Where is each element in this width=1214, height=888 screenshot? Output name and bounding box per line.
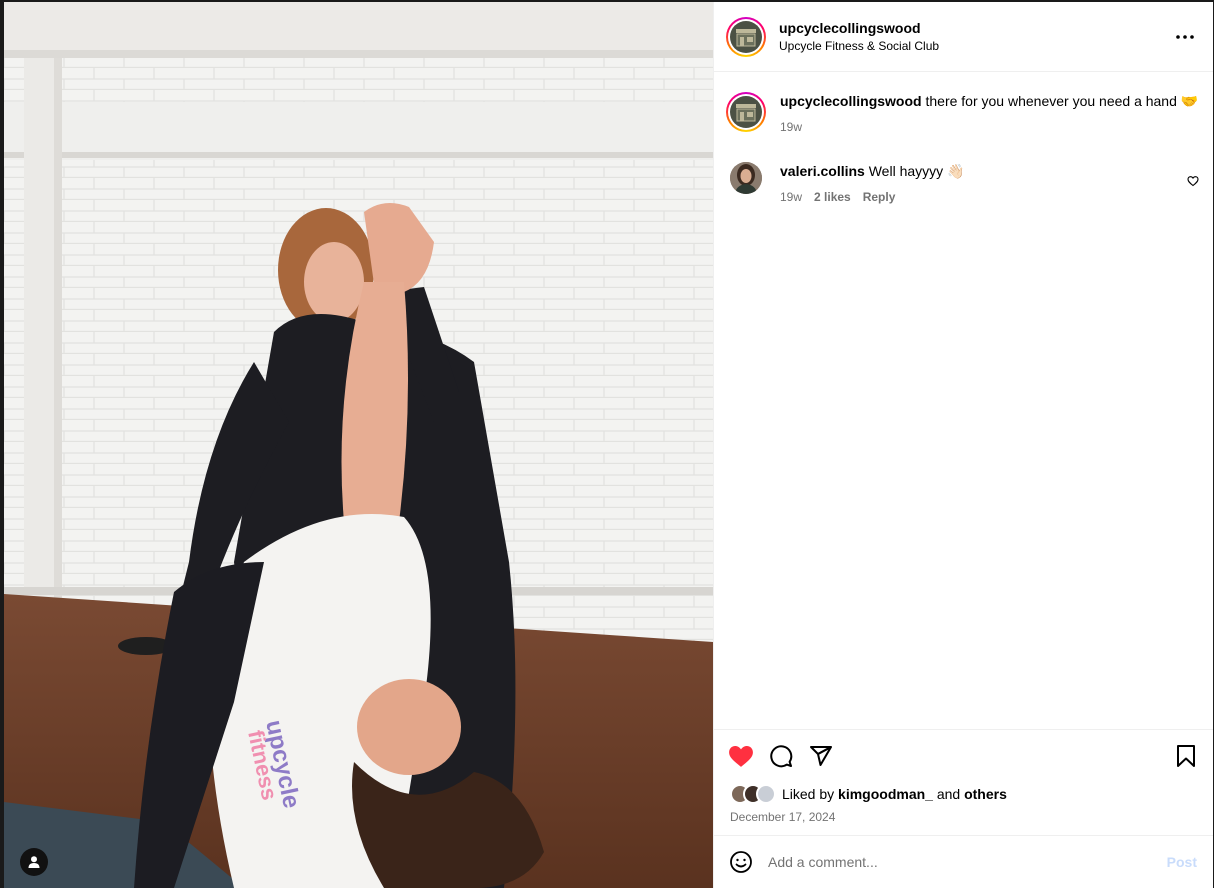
more-horizontal-icon [1176, 34, 1194, 39]
share-button[interactable] [808, 743, 834, 769]
like-button[interactable] [728, 743, 754, 769]
profile-photo [730, 162, 762, 194]
liked-by-prefix: Liked by [782, 786, 835, 802]
paper-plane-icon [810, 746, 832, 766]
caption: upcyclecollingswood there for you whenev… [726, 92, 1201, 136]
comments-list: upcyclecollingswood there for you whenev… [714, 72, 1213, 206]
comment-item: valeri.collins Well hayyyy 👋🏻 19w 2 like… [726, 162, 1201, 206]
comment-text: Well hayyyy 👋🏻 [868, 163, 965, 179]
post-date[interactable]: December 17, 2024 [714, 804, 1213, 824]
tagged-users-button[interactable] [20, 848, 48, 876]
comment-bubble-icon [770, 745, 793, 768]
person-icon [28, 856, 40, 868]
caption-avatar[interactable] [726, 92, 766, 132]
smiley-icon [730, 851, 752, 873]
liked-by-and: and [936, 786, 961, 802]
author-avatar[interactable] [726, 16, 766, 57]
author-username[interactable]: upcyclecollingswood [779, 20, 1173, 36]
post-side-panel: upcyclecollingswood Upcycle Fitness & So… [713, 2, 1213, 888]
caption-text: there for you whenever you need a hand 🤝 [925, 93, 1199, 109]
liker-avatars[interactable] [730, 784, 776, 804]
comment-time[interactable]: 19w [780, 188, 802, 206]
bookmark-icon [1177, 745, 1195, 767]
commenter-avatar[interactable] [730, 162, 762, 194]
likes-summary: Liked by kimgoodman_ and others [714, 782, 1213, 804]
post-header: upcyclecollingswood Upcycle Fitness & So… [714, 2, 1213, 72]
post-comment-button[interactable]: Post [1167, 854, 1197, 870]
comment-input[interactable] [768, 854, 1167, 870]
storefront-icon [736, 104, 756, 122]
post-location[interactable]: Upcycle Fitness & Social Club [779, 39, 1173, 53]
liked-by-user[interactable]: kimgoodman_ [838, 786, 933, 802]
liked-by-others[interactable]: others [964, 786, 1007, 802]
more-options-button[interactable] [1173, 25, 1197, 49]
reply-button[interactable]: Reply [863, 188, 896, 206]
commenter-username[interactable]: valeri.collins [780, 163, 865, 179]
caption-time[interactable]: 19w [780, 118, 802, 136]
photo-illustration: upcycle fitness [4, 2, 713, 888]
comment-button[interactable] [768, 743, 794, 769]
post-footer: Liked by kimgoodman_ and others December… [714, 729, 1213, 824]
save-button[interactable] [1173, 743, 1199, 769]
caption-username[interactable]: upcyclecollingswood [780, 93, 922, 109]
like-comment-button[interactable] [1187, 174, 1199, 192]
comment-likes[interactable]: 2 likes [814, 188, 851, 206]
action-bar [714, 730, 1213, 782]
add-comment-bar: Post [714, 835, 1213, 888]
heart-filled-icon [729, 746, 753, 767]
post-photo[interactable]: upcycle fitness [4, 2, 713, 888]
liker-avatar [756, 784, 776, 804]
storefront-icon [736, 28, 756, 46]
heart-outline-icon [1187, 176, 1199, 187]
emoji-button[interactable] [728, 849, 754, 875]
